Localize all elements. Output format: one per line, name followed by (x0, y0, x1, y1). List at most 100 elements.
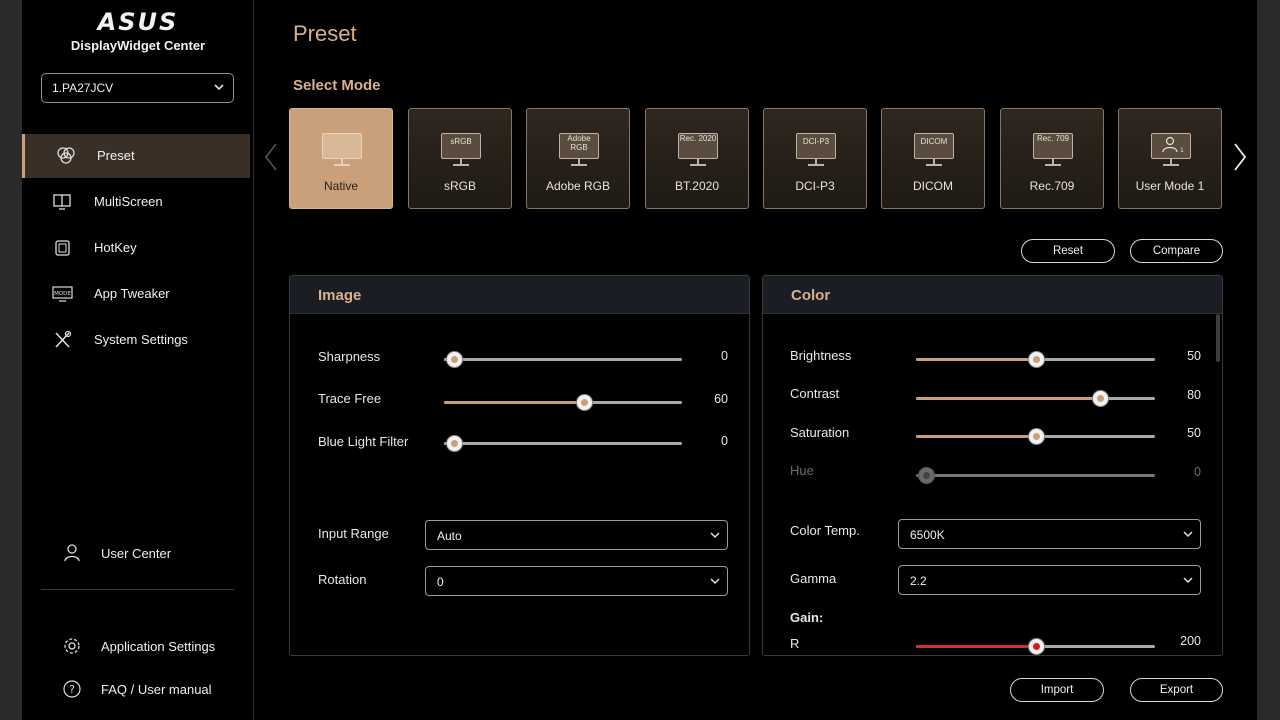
slider-thumb[interactable] (1092, 390, 1110, 407)
mode-card-adobe-rgb[interactable]: Adobe RGB Adobe RGB (526, 108, 630, 209)
mode-card-dci-p3[interactable]: DCI-P3 DCI-P3 (763, 108, 867, 209)
monitor-icon: Adobe RGB (559, 133, 599, 167)
chevron-right-icon[interactable] (1232, 142, 1248, 172)
contrast-slider[interactable] (916, 390, 1155, 407)
faq-link[interactable]: ? FAQ / User manual (22, 674, 250, 704)
help-icon: ? (63, 680, 81, 698)
brand-logo: ASUS (97, 8, 179, 36)
tools-icon (55, 330, 72, 348)
mode-label: Adobe RGB (545, 179, 611, 193)
window-frame-right (1257, 0, 1280, 720)
mode-card-bt2020[interactable]: Rec. 2020 BT.2020 (645, 108, 749, 209)
image-panel-header: Image (290, 276, 749, 314)
sidebar-item-label: MultiScreen (94, 194, 163, 209)
monitor-screen-label: DICOM (914, 133, 954, 159)
mode-card-native[interactable]: Native (289, 108, 393, 209)
faq-label: FAQ / User manual (101, 682, 212, 697)
mode-card-user-mode-1[interactable]: 1 User Mode 1 (1118, 108, 1222, 209)
window-frame-left (0, 0, 22, 720)
image-panel-title: Image (318, 287, 362, 304)
rotation-select[interactable]: 0 (425, 566, 728, 596)
sidebar-item-app-tweaker[interactable]: MODE App Tweaker (22, 272, 250, 316)
blue-light-filter-slider[interactable] (444, 435, 682, 452)
sidebar-item-label: HotKey (94, 240, 137, 255)
chevron-down-icon (710, 532, 720, 539)
mode-card-dicom[interactable]: DICOM DICOM (881, 108, 985, 209)
color-temp-value: 6500K (910, 528, 945, 542)
mode-label: Native (323, 179, 358, 193)
input-range-label: Input Range (318, 526, 389, 541)
input-range-select[interactable]: Auto (425, 520, 728, 550)
brightness-slider[interactable] (916, 351, 1155, 368)
chevron-down-icon (1183, 531, 1193, 538)
hue-slider (916, 467, 1155, 484)
page-title: Preset (293, 21, 357, 46)
sidebar-item-system-settings[interactable]: System Settings (22, 318, 250, 362)
monitor-screen-label: sRGB (441, 133, 481, 159)
hue-value: 0 (1194, 465, 1201, 479)
sidebar-item-preset[interactable]: Preset (22, 134, 250, 178)
sharpness-label: Sharpness (318, 349, 381, 364)
slider-thumb[interactable] (1027, 638, 1045, 655)
export-button[interactable]: Export (1130, 678, 1223, 702)
mode-label: Rec.709 (1029, 179, 1075, 193)
slider-thumb[interactable] (445, 351, 463, 368)
reset-button[interactable]: Reset (1021, 239, 1115, 263)
compare-button[interactable]: Compare (1130, 239, 1223, 263)
saturation-label: Saturation (790, 425, 850, 440)
color-panel-header: Color (763, 276, 1222, 314)
monitor-select[interactable]: 1.PA27JCV (41, 73, 234, 103)
monitor-screen-label (322, 133, 362, 159)
sidebar-divider (41, 589, 234, 590)
mode-label: DCI-P3 (795, 179, 835, 193)
color-temp-select[interactable]: 6500K (898, 519, 1201, 549)
gamma-select[interactable]: 2.2 (898, 565, 1201, 595)
mode-label: BT.2020 (674, 179, 720, 193)
application-settings-link[interactable]: Application Settings (22, 631, 250, 661)
sharpness-value: 0 (721, 349, 728, 363)
slider-thumb[interactable] (576, 394, 594, 411)
mode-card-srgb[interactable]: sRGB sRGB (408, 108, 512, 209)
sidebar-item-multiscreen[interactable]: MultiScreen (22, 180, 250, 224)
chevron-left-icon[interactable] (263, 142, 279, 172)
sidebar-item-hotkey[interactable]: HotKey (22, 226, 250, 270)
user-icon: 1 (1162, 136, 1184, 154)
gain-r-slider[interactable] (916, 638, 1155, 655)
mode-label: sRGB (443, 179, 476, 193)
blue-light-filter-value: 0 (721, 434, 728, 448)
monitor-icon: DCI-P3 (796, 133, 836, 167)
gamma-value: 2.2 (910, 574, 927, 588)
svg-text:1: 1 (1180, 147, 1184, 154)
mode-label: User Mode 1 (1135, 179, 1205, 193)
chevron-down-icon (710, 578, 720, 585)
gear-icon (64, 638, 80, 654)
user-center-label: User Center (101, 546, 172, 561)
slider-thumb[interactable] (1027, 351, 1045, 368)
import-button[interactable]: Import (1010, 678, 1104, 702)
sharpness-slider[interactable] (444, 351, 682, 368)
trace-free-slider[interactable] (444, 394, 682, 411)
saturation-slider[interactable] (916, 428, 1155, 445)
monitor-screen: 1 (1151, 133, 1191, 159)
slider-thumb[interactable] (445, 435, 463, 452)
brightness-value: 50 (1187, 349, 1201, 363)
user-center-link[interactable]: User Center (22, 538, 250, 568)
svg-text:?: ? (69, 683, 75, 696)
user-icon (64, 544, 80, 562)
monitor-screen-label: Adobe RGB (559, 133, 599, 159)
svg-text:MODE: MODE (54, 291, 71, 297)
saturation-value: 50 (1187, 426, 1201, 440)
monitor-icon: Rec. 2020 (678, 133, 718, 167)
mode-label: DICOM (913, 179, 953, 193)
select-mode-title: Select Mode (293, 77, 381, 94)
gain-r-label: R (790, 636, 800, 651)
color-panel-scrollbar[interactable] (1216, 314, 1220, 362)
application-settings-label: Application Settings (101, 639, 216, 654)
blue-light-filter-label: Blue Light Filter (318, 434, 409, 449)
slider-thumb[interactable] (1027, 428, 1045, 445)
contrast-label: Contrast (790, 386, 840, 401)
mode-card-rec709[interactable]: Rec. 709 Rec.709 (1000, 108, 1104, 209)
mode-icon: MODE (52, 286, 73, 302)
user-monitor-icon: 1 (1151, 133, 1191, 167)
sidebar-item-label: Preset (97, 148, 135, 163)
